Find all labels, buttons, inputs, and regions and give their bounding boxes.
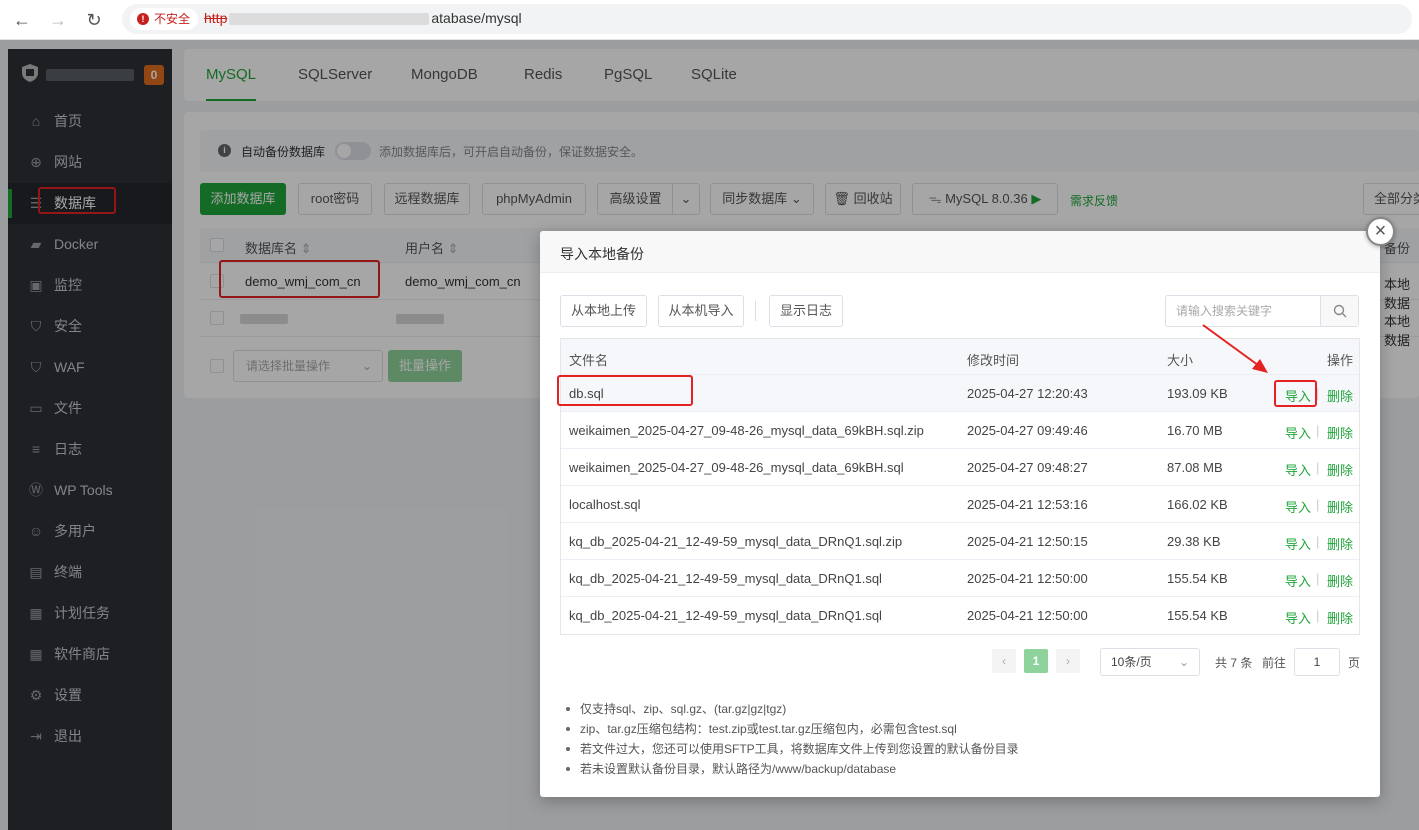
file-size-cell: 155.54 KB — [1167, 571, 1228, 586]
action-separator: | — [1316, 608, 1320, 623]
dialog-header: 导入本地备份 — [540, 231, 1380, 273]
file-row: kq_db_2025-04-21_12-49-59_mysql_data_DRn… — [561, 597, 1359, 634]
delete-link[interactable]: 删除 — [1327, 423, 1353, 442]
page-size-select[interactable]: 10条/页 ⌄ — [1100, 648, 1200, 676]
file-size-cell: 193.09 KB — [1167, 386, 1228, 401]
search-icon — [1333, 304, 1347, 318]
file-row: kq_db_2025-04-21_12-49-59_mysql_data_DRn… — [561, 560, 1359, 597]
show-log-button[interactable]: 显示日志 — [769, 295, 843, 327]
file-name-cell: kq_db_2025-04-21_12-49-59_mysql_data_DRn… — [569, 608, 882, 623]
close-dialog-button[interactable]: × — [1366, 217, 1395, 246]
file-name-cell: weikaimen_2025-04-27_09-48-26_mysql_data… — [569, 460, 904, 475]
back-icon[interactable]: ← — [10, 8, 34, 32]
file-mtime-cell: 2025-04-27 12:20:43 — [967, 386, 1088, 401]
divider — [755, 301, 756, 321]
file-mtime-cell: 2025-04-21 12:53:16 — [967, 497, 1088, 512]
import-notes: 仅支持sql、zip、sql.gz、(tar.gz|gz|tgz) zip、ta… — [566, 699, 1019, 779]
col-filename: 文件名 — [569, 353, 609, 368]
file-size-cell: 16.70 MB — [1167, 423, 1223, 438]
file-name-cell: kq_db_2025-04-21_12-49-59_mysql_data_DRn… — [569, 571, 882, 586]
note-item: 若文件过大，您还可以使用SFTP工具，将数据库文件上传到您设置的默认备份目录 — [566, 739, 1019, 759]
file-mtime-cell: 2025-04-27 09:49:46 — [967, 423, 1088, 438]
redacted-host — [229, 13, 430, 26]
file-table-header: 文件名 修改时间 大小 操作 — [561, 339, 1359, 375]
search-button[interactable] — [1320, 296, 1358, 326]
goto-page-input[interactable]: 1 — [1294, 648, 1340, 676]
upload-from-local-button[interactable]: 从本地上传 — [560, 295, 647, 327]
prev-page-button[interactable]: ‹ — [992, 649, 1016, 673]
highlight-db-sql-file — [557, 375, 693, 406]
goto-label: 前往 — [1262, 656, 1287, 670]
delete-link[interactable]: 删除 — [1327, 534, 1353, 553]
file-row: weikaimen_2025-04-27_09-48-26_mysql_data… — [561, 412, 1359, 449]
import-link[interactable]: 导入 — [1285, 497, 1311, 516]
next-page-button[interactable]: › — [1056, 649, 1080, 673]
url-protocol: http — [204, 10, 228, 26]
file-row: kq_db_2025-04-21_12-49-59_mysql_data_DRn… — [561, 523, 1359, 560]
import-backup-dialog: 导入本地备份 从本地上传 从本机导入 显示日志 文件名 修改时间 大小 操作 d… — [540, 231, 1380, 797]
file-name-cell: weikaimen_2025-04-27_09-48-26_mysql_data… — [569, 423, 924, 438]
import-link[interactable]: 导入 — [1285, 534, 1311, 553]
col-actions: 操作 — [1327, 353, 1354, 368]
chevron-down-icon: ⌄ — [1178, 655, 1189, 669]
address-bar[interactable]: ! 不安全 http atabase/mysql — [122, 4, 1412, 34]
file-mtime-cell: 2025-04-21 12:50:00 — [967, 608, 1088, 623]
delete-link[interactable]: 删除 — [1327, 497, 1353, 516]
file-size-cell: 166.02 KB — [1167, 497, 1228, 512]
forward-icon[interactable]: → — [46, 8, 70, 32]
delete-link[interactable]: 删除 — [1327, 386, 1353, 405]
security-indicator[interactable]: ! 不安全 — [130, 8, 199, 30]
action-separator: | — [1316, 497, 1320, 512]
insecure-label: 不安全 — [154, 12, 191, 26]
delete-link[interactable]: 删除 — [1327, 571, 1353, 590]
import-link[interactable]: 导入 — [1285, 423, 1311, 442]
file-name-cell: localhost.sql — [569, 497, 641, 512]
file-mtime-cell: 2025-04-27 09:48:27 — [967, 460, 1088, 475]
search-field — [1165, 295, 1359, 327]
action-separator: | — [1316, 460, 1320, 475]
dialog-title: 导入本地备份 — [560, 246, 644, 262]
file-size-cell: 155.54 KB — [1167, 608, 1228, 623]
action-separator: | — [1316, 534, 1320, 549]
file-size-cell: 87.08 MB — [1167, 460, 1223, 475]
file-mtime-cell: 2025-04-21 12:50:00 — [967, 571, 1088, 586]
file-size-cell: 29.38 KB — [1167, 534, 1221, 549]
file-name-cell: kq_db_2025-04-21_12-49-59_mysql_data_DRn… — [569, 534, 903, 549]
import-link[interactable]: 导入 — [1285, 608, 1311, 627]
action-separator: | — [1316, 423, 1320, 438]
total-count: 共 7 条 — [1215, 656, 1253, 670]
warning-icon: ! — [137, 13, 149, 25]
page-1-button[interactable]: 1 — [1024, 649, 1048, 673]
highlight-import-action — [1274, 380, 1317, 407]
url-path: atabase/mysql — [431, 10, 522, 26]
col-modified: 修改时间 — [967, 353, 1020, 368]
note-item: zip、tar.gz压缩包结构：test.zip或test.tar.gz压缩包内… — [566, 719, 1019, 739]
import-link[interactable]: 导入 — [1285, 571, 1311, 590]
action-separator: | — [1316, 571, 1320, 586]
file-mtime-cell: 2025-04-21 12:50:15 — [967, 534, 1088, 549]
file-row: weikaimen_2025-04-27_09-48-26_mysql_data… — [561, 449, 1359, 486]
note-item: 若未设置默认备份目录，默认路径为/www/backup/database — [566, 759, 1019, 779]
delete-link[interactable]: 删除 — [1327, 608, 1353, 627]
url-text: http atabase/mysql — [204, 10, 522, 26]
import-from-server-button[interactable]: 从本机导入 — [658, 295, 744, 327]
browser-toolbar: ← → ↻ ! 不安全 http atabase/mysql — [0, 0, 1419, 40]
file-row: localhost.sql 2025-04-21 12:53:16 166.02 K… — [561, 486, 1359, 523]
delete-link[interactable]: 删除 — [1327, 460, 1353, 479]
page-unit-label: 页 — [1348, 656, 1361, 670]
reload-icon[interactable]: ↻ — [82, 8, 106, 32]
note-item: 仅支持sql、zip、sql.gz、(tar.gz|gz|tgz) — [566, 699, 1019, 719]
page-size-value: 10条/页 — [1111, 655, 1152, 669]
import-link[interactable]: 导入 — [1285, 460, 1311, 479]
col-size: 大小 — [1167, 353, 1194, 368]
search-input[interactable] — [1166, 296, 1320, 326]
